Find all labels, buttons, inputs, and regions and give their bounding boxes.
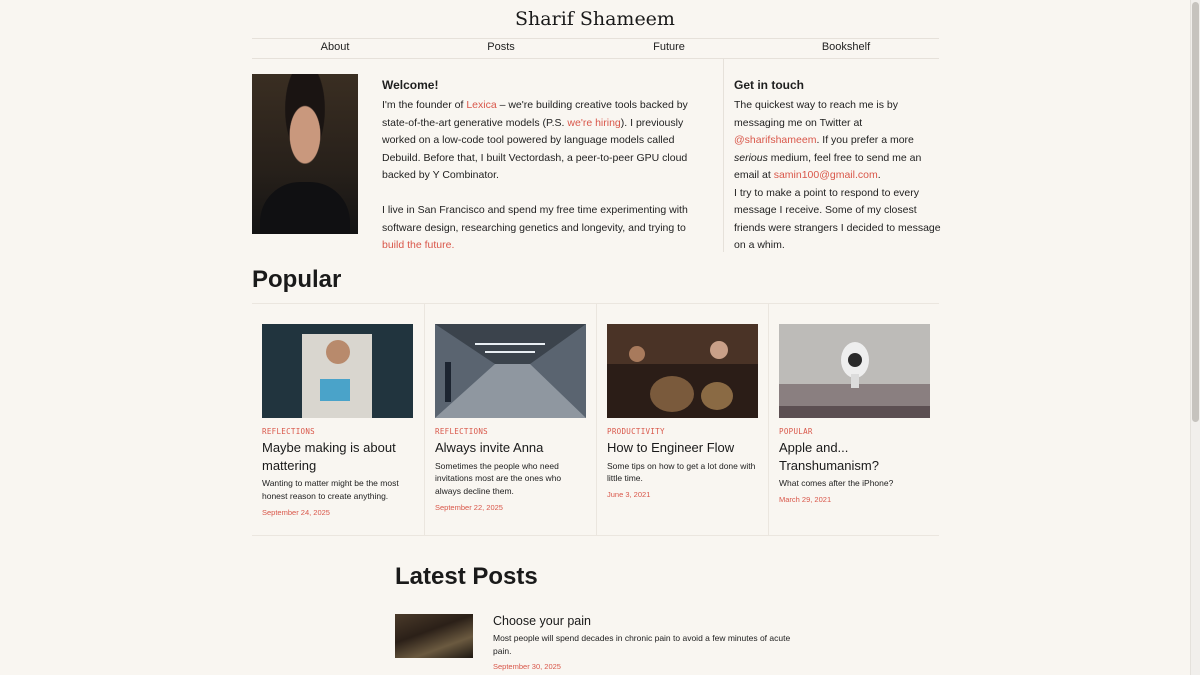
post-category: REFLECTIONS <box>435 427 488 436</box>
popular-cards: REFLECTIONS Maybe making is about matter… <box>252 303 939 536</box>
scrollbar-thumb[interactable] <box>1192 2 1199 422</box>
contact-text: The quickest way to reach me is by messa… <box>734 99 922 181</box>
post-title[interactable]: Always invite Anna <box>435 439 586 457</box>
post-date: March 29, 2021 <box>779 494 832 504</box>
post-thumbnail[interactable] <box>435 324 586 418</box>
post-card[interactable]: POPULAR Apple and... Transhumanism? What… <box>768 304 940 536</box>
latest-post-title[interactable]: Choose your pain <box>493 613 793 630</box>
nav-posts[interactable]: Posts <box>487 41 515 53</box>
nav-future[interactable]: Future <box>653 41 685 53</box>
contact-section: Get in touch The quickest way to reach m… <box>734 77 944 255</box>
post-title[interactable]: Apple and... Transhumanism? <box>779 439 930 474</box>
latest-post-description: Most people will spend decades in chroni… <box>493 633 791 656</box>
contact-note: I try to make a point to respond to ever… <box>734 186 941 252</box>
email-link[interactable]: samin100@gmail.com <box>774 169 878 181</box>
post-description: What comes after the iPhone? <box>779 478 894 488</box>
post-card[interactable]: REFLECTIONS Always invite Anna Sometimes… <box>424 304 596 536</box>
profile-photo <box>252 74 358 234</box>
post-date: September 24, 2025 <box>262 507 330 517</box>
latest-post-date: September 30, 2025 <box>493 661 561 671</box>
post-thumbnail[interactable] <box>262 324 413 418</box>
post-title[interactable]: How to Engineer Flow <box>607 439 758 457</box>
nav-bookshelf[interactable]: Bookshelf <box>822 41 870 53</box>
post-description: Sometimes the people who need invitation… <box>435 460 562 497</box>
post-card[interactable]: PRODUCTIVITY How to Engineer Flow Some t… <box>596 304 768 536</box>
post-title[interactable]: Maybe making is about mattering <box>262 439 414 474</box>
post-date: September 22, 2025 <box>435 502 503 512</box>
page-scrollbar[interactable] <box>1190 0 1200 675</box>
post-description: Wanting to matter might be the most hone… <box>262 478 399 501</box>
main-nav: About Posts Future Bookshelf <box>252 38 939 59</box>
latest-post-item[interactable]: Choose your pain Most people will spend … <box>395 613 795 675</box>
build-future-link[interactable]: build the future. <box>382 239 454 251</box>
post-category: POPULAR <box>779 427 813 436</box>
post-category: REFLECTIONS <box>262 427 315 436</box>
hiring-link[interactable]: we're hiring <box>567 117 620 129</box>
nav-about[interactable]: About <box>321 41 350 53</box>
welcome-bio: I live in San Francisco and spend my fre… <box>382 204 688 251</box>
popular-heading: Popular <box>252 266 342 293</box>
post-thumbnail[interactable] <box>779 324 930 418</box>
post-category: PRODUCTIVITY <box>607 427 665 436</box>
welcome-intro: I'm the founder of Lexica – we're buildi… <box>382 99 688 181</box>
welcome-heading: Welcome! <box>382 78 439 92</box>
post-card[interactable]: REFLECTIONS Maybe making is about matter… <box>252 304 424 536</box>
post-date: June 3, 2021 <box>607 490 651 500</box>
latest-posts-heading: Latest Posts <box>395 563 538 590</box>
latest-post-thumbnail[interactable] <box>395 614 473 658</box>
post-description: Some tips on how to get a lot done with … <box>607 460 756 484</box>
lexica-link[interactable]: Lexica <box>466 99 496 111</box>
contact-heading: Get in touch <box>734 78 804 92</box>
twitter-link[interactable]: @sharifshameem <box>734 134 816 146</box>
column-divider <box>723 59 724 252</box>
welcome-section: Welcome! I'm the founder of Lexica – we'… <box>382 77 707 272</box>
site-title[interactable]: Sharif Shameem <box>0 8 1190 30</box>
post-thumbnail[interactable] <box>607 324 758 418</box>
